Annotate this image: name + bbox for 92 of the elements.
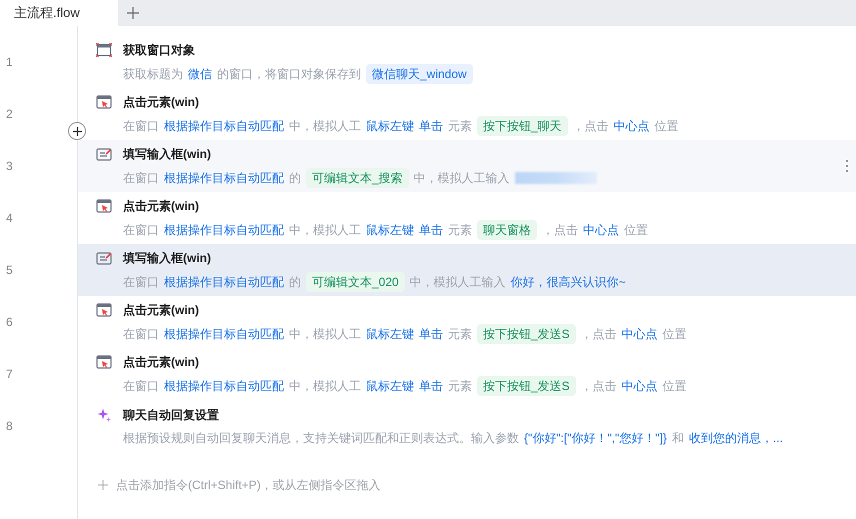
description-text: 中，模拟人工输入 bbox=[410, 274, 506, 290]
line-number: 2 bbox=[6, 106, 13, 123]
step-title: 点击元素(win) bbox=[123, 198, 199, 214]
description-text: 在窗口 bbox=[123, 274, 159, 290]
plus-icon bbox=[127, 7, 139, 19]
parameter-link[interactable]: 中心点 bbox=[614, 116, 650, 134]
description-text: 元素 bbox=[448, 326, 472, 342]
add-instruction-hint[interactable]: 点击添加指令(Ctrl+Shift+P)，或从左侧指令区拖入 bbox=[116, 476, 381, 494]
parameter-link[interactable]: 中心点 bbox=[622, 324, 658, 342]
description-text: 获取标题为 bbox=[123, 66, 183, 82]
step-title: 聊天自动回复设置 bbox=[123, 406, 219, 424]
description-text: 中，模拟人工 bbox=[289, 118, 361, 134]
step-title: 点击元素(win) bbox=[123, 354, 199, 370]
line-number: 5 bbox=[6, 262, 13, 279]
file-tab[interactable]: 主流程.flow bbox=[0, 0, 118, 26]
click-window-icon bbox=[96, 354, 112, 368]
description-text: 和 bbox=[672, 430, 684, 446]
edit-field-icon bbox=[96, 146, 112, 160]
plus-icon bbox=[72, 126, 82, 136]
parameter-link[interactable]: 你好，很高兴认识你~ bbox=[510, 272, 626, 290]
parameter-link[interactable]: 单击 bbox=[419, 220, 443, 238]
description-text: 元素 bbox=[448, 378, 472, 394]
parameter-link[interactable]: 中心点 bbox=[583, 220, 619, 238]
edit-field-icon bbox=[96, 250, 112, 264]
line-number: 1 bbox=[6, 54, 13, 71]
parameter-link[interactable]: 中心点 bbox=[622, 376, 658, 394]
step-title: 填写输入框(win) bbox=[123, 146, 211, 162]
description-text: 在窗口 bbox=[123, 118, 159, 134]
description-text: 位置 bbox=[654, 118, 679, 134]
element-tag[interactable]: 按下按钮_发送S bbox=[477, 324, 576, 344]
description-text: 在窗口 bbox=[123, 326, 159, 342]
element-tag[interactable]: 可编辑文本_020 bbox=[306, 272, 405, 292]
description-text: ，点击 bbox=[580, 378, 617, 394]
description-text: 的窗口，将窗口对象保存到 bbox=[217, 66, 361, 82]
variable-tag[interactable]: 微信聊天_window bbox=[366, 64, 473, 84]
parameter-link[interactable]: 根据操作目标自动匹配 bbox=[164, 168, 284, 186]
plus-icon bbox=[98, 480, 108, 490]
element-tag[interactable]: 按下按钮_聊天 bbox=[477, 116, 568, 136]
parameter-link[interactable]: 单击 bbox=[419, 376, 443, 394]
line-number: 4 bbox=[6, 210, 13, 227]
step-title: 点击元素(win) bbox=[123, 302, 199, 318]
click-window-icon bbox=[96, 302, 112, 316]
description-text: 位置 bbox=[662, 378, 687, 394]
description-text: 位置 bbox=[662, 326, 687, 342]
description-text: ，点击 bbox=[580, 326, 617, 342]
description-text: 元素 bbox=[448, 222, 472, 238]
description-text: ，点击 bbox=[572, 118, 609, 134]
parameter-link[interactable]: 根据操作目标自动匹配 bbox=[164, 116, 284, 134]
description-text: ，点击 bbox=[542, 222, 578, 238]
line-number: 7 bbox=[6, 366, 13, 383]
description-text: 在窗口 bbox=[123, 170, 159, 186]
parameter-link[interactable]: 鼠标左键 bbox=[366, 324, 414, 342]
description-text: 中，模拟人工 bbox=[289, 222, 361, 238]
insert-step-button[interactable] bbox=[68, 122, 86, 140]
sparkle-icon bbox=[96, 406, 112, 422]
description-text: 位置 bbox=[624, 222, 648, 238]
step-title: 填写输入框(win) bbox=[123, 250, 211, 266]
description-text: 在窗口 bbox=[123, 222, 159, 238]
element-tag[interactable]: 按下按钮_发送S bbox=[477, 376, 576, 396]
description-text: 中，模拟人工 bbox=[289, 326, 361, 342]
click-window-icon bbox=[96, 198, 112, 212]
step-title: 点击元素(win) bbox=[123, 94, 199, 110]
step-title: 获取窗口对象 bbox=[123, 42, 195, 58]
parameter-link[interactable]: 鼠标左键 bbox=[366, 220, 414, 238]
description-text: 在窗口 bbox=[123, 378, 159, 394]
parameter-link[interactable]: 鼠标左键 bbox=[366, 116, 414, 134]
parameter-link[interactable]: 单击 bbox=[419, 324, 443, 342]
parameter-link[interactable]: 根据操作目标自动匹配 bbox=[164, 324, 284, 342]
description-text: 的 bbox=[289, 274, 301, 290]
parameter-link[interactable]: 单击 bbox=[419, 116, 443, 134]
line-number: 3 bbox=[6, 158, 13, 175]
description-text: 的 bbox=[289, 170, 301, 186]
element-tag[interactable]: 可编辑文本_搜索 bbox=[306, 168, 409, 188]
parameter-link[interactable]: 根据操作目标自动匹配 bbox=[164, 220, 284, 238]
parameter-link[interactable]: 收到您的消息，... bbox=[688, 428, 783, 446]
description-text: 元素 bbox=[448, 118, 472, 134]
description-text: 根据预设规则自动回复聊天消息，支持关键词匹配和正则表达式。输入参数 bbox=[123, 430, 519, 446]
parameter-link[interactable]: 根据操作目标自动匹配 bbox=[164, 376, 284, 394]
line-number: 6 bbox=[6, 314, 13, 331]
parameter-link[interactable]: 鼠标左键 bbox=[366, 376, 414, 394]
click-window-icon bbox=[96, 94, 112, 108]
description-text: 中，模拟人工输入 bbox=[414, 170, 510, 186]
parameter-link[interactable]: 微信 bbox=[188, 64, 212, 82]
line-number: 8 bbox=[6, 418, 13, 435]
window-icon bbox=[96, 42, 112, 56]
description-text: 中，模拟人工 bbox=[289, 378, 361, 394]
flow-step[interactable]: 填写输入框(win) 在窗口 根据操作目标自动匹配 的 可编辑文本_搜索 中，模拟人工输入 bbox=[78, 140, 856, 192]
parameter-link[interactable]: {"你好":["你好！","您好！"]} bbox=[524, 428, 667, 446]
flow-step[interactable]: 填写输入框(win) 在窗口 根据操作目标自动匹配 的 可编辑文本_020 中，模拟人工输入 你好，很高兴认识你~ bbox=[78, 244, 856, 296]
more-icon[interactable] bbox=[845, 160, 849, 172]
parameter-link[interactable]: 根据操作目标自动匹配 bbox=[164, 272, 284, 290]
element-tag[interactable]: 聊天窗格 bbox=[477, 220, 537, 240]
